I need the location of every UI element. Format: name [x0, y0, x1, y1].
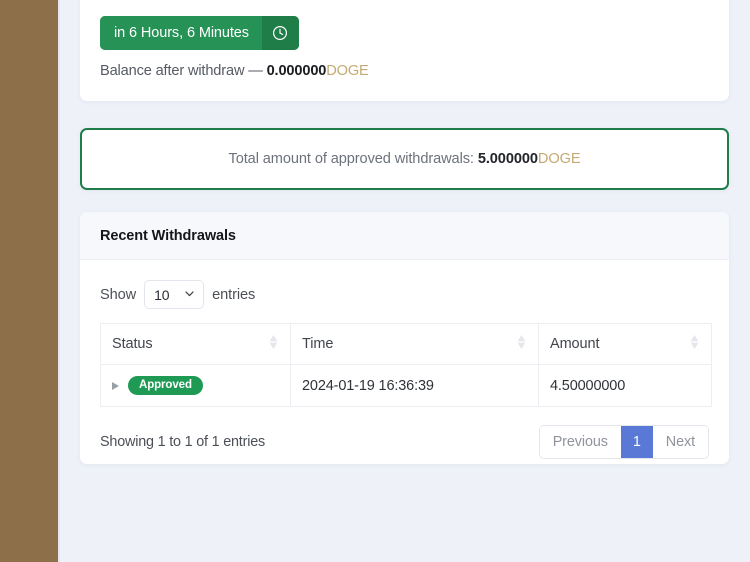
table-row[interactable]: Approved 2024-01-19 16:36:39 4.50000000 [100, 364, 712, 407]
approved-amount: 5.000000 [477, 151, 538, 167]
table-footer: Showing 1 to 1 of 1 entries Previous 1 N… [100, 425, 709, 459]
cell-status: Approved [100, 364, 291, 407]
expand-row-icon[interactable] [112, 381, 119, 390]
pagination-previous[interactable]: Previous [539, 426, 621, 458]
clock-icon-container [261, 16, 299, 50]
cell-amount: 4.50000000 [538, 364, 712, 407]
show-label: Show [100, 286, 137, 303]
entries-per-page-select[interactable]: 10 [144, 280, 205, 309]
table-head: Status Time Amount [100, 323, 712, 365]
cell-time: 2024-01-19 16:36:39 [290, 364, 539, 407]
countdown-card: in 6 Hours, 6 Minutes Balance after with… [80, 0, 729, 101]
recent-withdrawals-card: Recent Withdrawals Show 10 entries Statu… [80, 212, 729, 464]
column-label-amount: Amount [550, 336, 600, 352]
balance-after-withdraw: Balance after withdraw — 0.000000DOGE [100, 63, 369, 79]
column-header-time[interactable]: Time [290, 323, 539, 365]
table-header-row: Status Time Amount [100, 323, 712, 365]
column-label-status: Status [112, 336, 153, 352]
column-header-status[interactable]: Status [100, 323, 291, 365]
balance-amount: 0.000000 [266, 63, 327, 79]
entries-label: entries [212, 286, 256, 303]
column-label-time: Time [302, 336, 334, 352]
table-info: Showing 1 to 1 of 1 entries [100, 434, 265, 450]
balance-currency: DOGE [326, 63, 369, 79]
approved-total-card: Total amount of approved withdrawals: 5.… [80, 128, 729, 190]
countdown-badge[interactable]: in 6 Hours, 6 Minutes [100, 16, 299, 50]
pagination-next[interactable]: Next [652, 426, 708, 458]
table-length-control: Show 10 entries [100, 280, 709, 309]
recent-withdrawals-header: Recent Withdrawals [80, 212, 729, 260]
approved-total-text: Total amount of approved withdrawals: 5.… [229, 151, 581, 167]
left-sidebar-rail [0, 0, 58, 562]
sort-icon [689, 333, 700, 355]
entries-select-value: 10 [154, 286, 170, 303]
pagination: Previous 1 Next [538, 425, 709, 459]
status-badge: Approved [128, 376, 203, 395]
status-cell-content: Approved [112, 376, 279, 395]
sort-icon [268, 333, 279, 355]
withdrawals-table: Status Time Amount Approved 2024-01-19 1… [100, 323, 712, 407]
sort-icon [516, 333, 527, 355]
recent-withdrawals-title: Recent Withdrawals [100, 227, 236, 244]
page-content: in 6 Hours, 6 Minutes Balance after with… [60, 0, 750, 562]
clock-icon [272, 25, 288, 41]
approved-currency: DOGE [537, 151, 581, 167]
table-container: Show 10 entries Status Time Amount Appro… [80, 260, 729, 464]
pagination-page-1[interactable]: 1 [620, 426, 653, 458]
column-header-amount[interactable]: Amount [538, 323, 712, 365]
countdown-label: in 6 Hours, 6 Minutes [100, 16, 262, 50]
balance-prefix: Balance after withdraw — [100, 63, 267, 79]
table-body: Approved 2024-01-19 16:36:39 4.50000000 [100, 364, 712, 407]
approved-prefix: Total amount of approved withdrawals: [228, 151, 478, 167]
chevron-down-icon [183, 287, 196, 303]
